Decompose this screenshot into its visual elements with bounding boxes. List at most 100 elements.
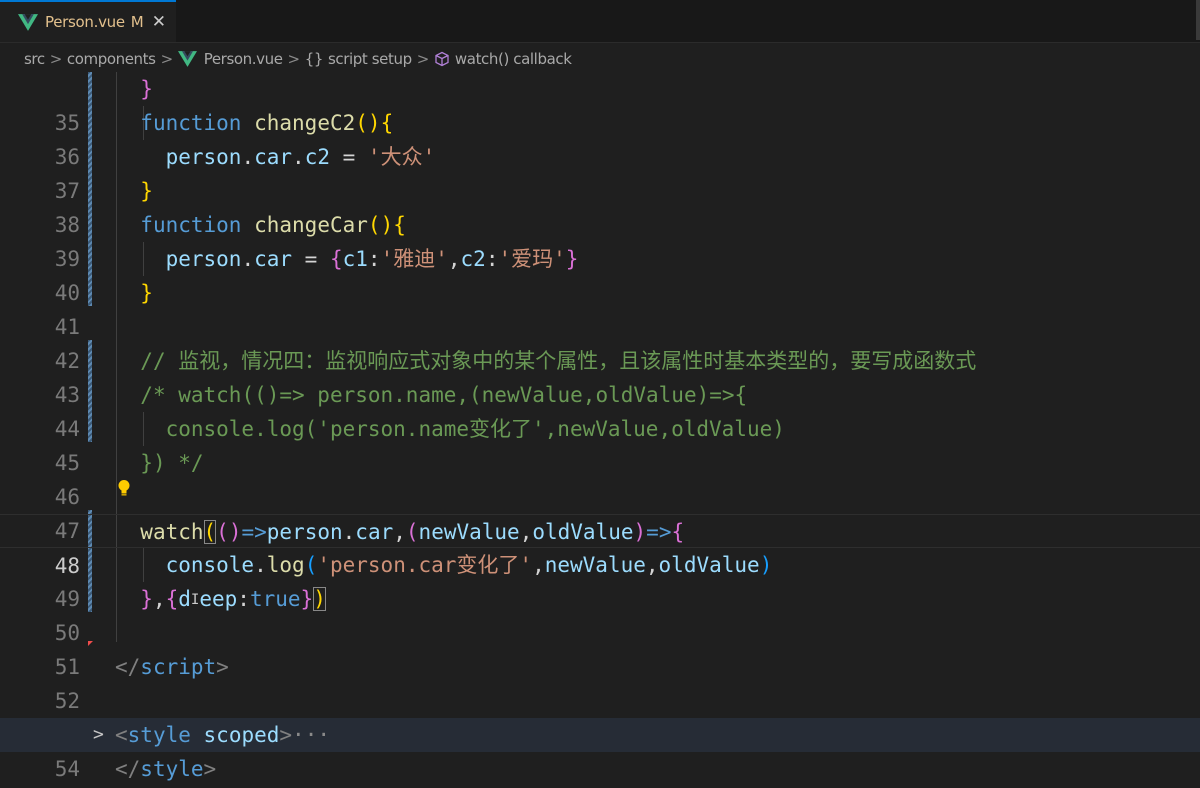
code-line: 35 } [0, 72, 1200, 135]
breadcrumb-item-script-setup[interactable]: script setup [328, 50, 412, 68]
code-line: 39 function changeCar(){ [0, 208, 1200, 271]
breadcrumb-item-src[interactable]: src [24, 50, 45, 68]
close-icon[interactable]: ✕ [152, 12, 166, 32]
fold-chevron-icon[interactable]: > [93, 718, 104, 752]
brace: } [140, 179, 153, 203]
code-line: 41 } [0, 276, 1200, 339]
breadcrumb-item-components[interactable]: components [67, 50, 156, 68]
code-line: 49 console.log('person.car变化了',newValue,… [0, 548, 1200, 611]
identifier: d [178, 587, 191, 611]
function-name: changeCar [254, 213, 368, 237]
code-line: 46 }) */ [0, 446, 1200, 509]
code-line: 38 } [0, 174, 1200, 237]
code-line: 37 person.car.c2 = '大众' [0, 140, 1200, 203]
code-editor: Person.vue M ✕ src > components > Person… [0, 0, 1200, 788]
identifier: person [266, 520, 343, 544]
tag-name: style [127, 723, 191, 747]
breadcrumb-separator: > [160, 50, 174, 68]
identifier: newValue [418, 520, 520, 544]
breadcrumb-item-watch-callback[interactable]: watch() callback [455, 50, 572, 68]
function-name: log [266, 553, 305, 577]
code-line: 43 // 监视，情况四：监视响应式对象中的某个属性，且该属性时基本类型的，要写… [0, 344, 1200, 407]
tab-person-vue[interactable]: Person.vue M ✕ [0, 0, 176, 42]
paren: ( [405, 520, 419, 544]
scrollbar[interactable] [1196, 0, 1200, 40]
brace: } [140, 587, 153, 611]
code-line: 52 </script> [0, 650, 1200, 713]
boolean-literal: true [249, 587, 301, 611]
tab-filename: Person.vue [45, 13, 125, 31]
paren: ) [380, 213, 394, 237]
folded-ellipsis[interactable]: ··· [292, 723, 330, 747]
function-name: changeC2 [254, 111, 356, 135]
breadcrumb-separator: > [416, 50, 430, 68]
brace: { [329, 247, 343, 271]
identifier: console [165, 553, 255, 577]
brace: { [380, 111, 394, 135]
keyword: function [140, 111, 242, 135]
brace: } [300, 587, 314, 611]
identifier: c1 [342, 247, 368, 271]
code-line: 47 [0, 480, 1200, 543]
paren: ( [216, 520, 229, 544]
code-line-folded: 54 > <style scoped>··· [0, 718, 1200, 781]
breadcrumb-separator: > [287, 50, 301, 68]
paren: ( [355, 111, 368, 135]
keyword: function [140, 213, 242, 237]
identifier: oldValue [532, 520, 634, 544]
identifier: c2 [304, 145, 330, 169]
paren: ( [304, 553, 318, 577]
paren: ( [367, 213, 381, 237]
identifier: person [165, 247, 242, 271]
braces-icon: {} [304, 50, 324, 68]
string-literal: '爱玛' [498, 247, 566, 271]
tag-name: script [140, 655, 217, 679]
code-line: 51 [0, 616, 1200, 679]
brace: } [140, 77, 153, 101]
function-name: watch [140, 520, 204, 544]
breadcrumb: src > components > Person.vue > {} scrip… [0, 43, 1200, 75]
brace: { [165, 587, 179, 611]
code-line: 44 /* watch(()=> person.name,(newValue,o… [0, 378, 1200, 441]
brace: } [140, 281, 153, 305]
brace: { [393, 213, 406, 237]
arrow: => [646, 520, 672, 544]
comment: console.log('person.name变化了',newValue,ol… [165, 417, 785, 441]
comment: /* watch(()=> person.name,(newValue,oldV… [140, 383, 748, 407]
matched-paren: ( [203, 520, 217, 544]
arrow: => [241, 520, 267, 544]
attribute-name: scoped [203, 723, 280, 747]
paren: ) [367, 111, 381, 135]
identifier: car [254, 145, 293, 169]
breadcrumb-separator: > [49, 50, 63, 68]
code-line: 42 [0, 310, 1200, 373]
identifier: car [254, 247, 293, 271]
brace: { [671, 520, 685, 544]
brace: } [565, 247, 579, 271]
code-line-current: 48 watch(()=>person.car,(newValue,oldVal… [0, 514, 1200, 578]
string-literal: '大众' [367, 145, 436, 169]
string-literal: '雅迪' [380, 247, 448, 271]
tab-bar: Person.vue M ✕ [0, 0, 1200, 43]
comment: }) */ [140, 451, 204, 475]
breadcrumb-item-file[interactable]: Person.vue [204, 50, 283, 68]
deleted-line-marker [88, 641, 93, 646]
identifier: oldValue [658, 553, 760, 577]
code-line: 40 person.car = {c1:'雅迪',c2:'爱玛'} [0, 242, 1200, 305]
identifier: newValue [544, 553, 646, 577]
paren: ) [633, 520, 647, 544]
method-cube-icon [435, 51, 449, 67]
identifier: person [165, 145, 242, 169]
code-line: 67 </style> [0, 752, 1200, 786]
lightbulb-icon[interactable] [117, 479, 131, 497]
paren: ) [228, 520, 242, 544]
matched-paren: ) [313, 587, 326, 611]
vue-logo-icon [177, 51, 197, 67]
tag-name: style [140, 757, 204, 781]
comment: // 监视，情况四：监视响应式对象中的某个属性，且该属性时基本类型的，要写成函数… [140, 349, 977, 373]
code-line: 45 console.log('person.name变化了',newValue… [0, 412, 1200, 475]
identifier: car [355, 520, 394, 544]
identifier: c2 [460, 247, 486, 271]
code-line: 53 [0, 684, 1200, 747]
code-line: 50 },{dIeep:true}) [0, 582, 1200, 645]
